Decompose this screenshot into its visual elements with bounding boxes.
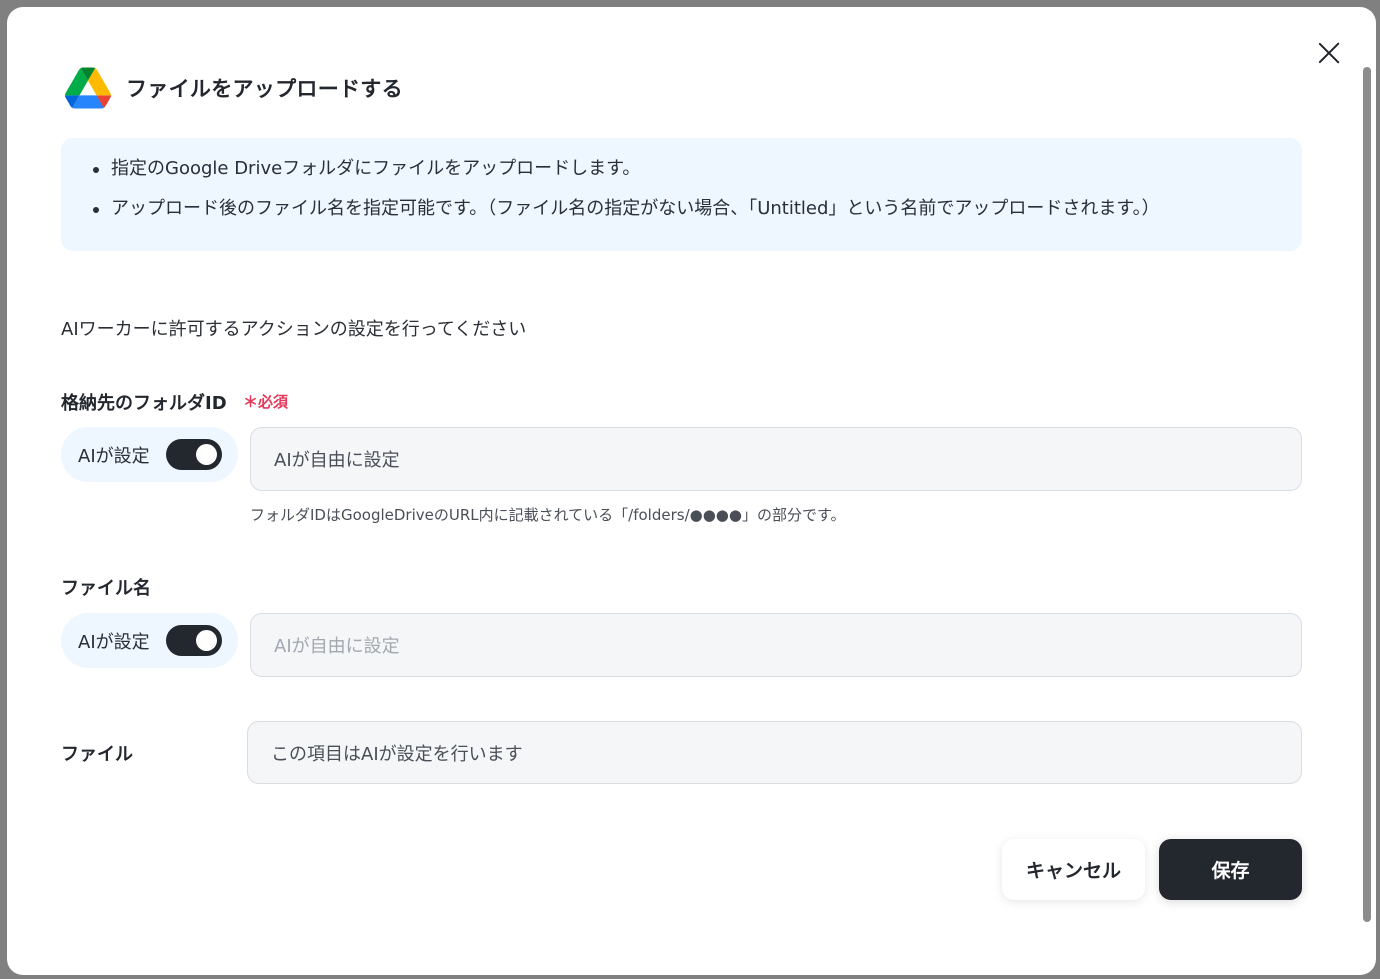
ai-toggle-label: AIが設定 (78, 631, 150, 653)
modal-title: ファイルをアップロードする (126, 77, 403, 101)
scrollbar-thumb[interactable] (1363, 67, 1371, 922)
modal-header: ファイルをアップロードする (65, 67, 403, 109)
folder-id-label: 格納先のフォルダID (61, 393, 227, 414)
info-list: 指定のGoogle Driveフォルダにファイルをアップロードします。 アップロ… (93, 158, 1302, 220)
file-name-input[interactable]: AIが自由に設定 (250, 613, 1302, 677)
toggle-switch[interactable] (166, 439, 222, 470)
file-name-label: ファイル名 (61, 578, 151, 599)
instruction-text: AIワーカーに許可するアクションの設定を行ってください (61, 319, 527, 340)
required-badge: ＊必須 (243, 393, 289, 411)
scrollbar[interactable] (1361, 57, 1373, 922)
file-input: この項目はAIが設定を行います (247, 721, 1302, 784)
toggle-knob (196, 630, 217, 651)
upload-file-modal: ファイルをアップロードする 指定のGoogle Driveフォルダにファイルをア… (7, 7, 1376, 975)
folder-id-ai-toggle[interactable]: AIが設定 (61, 427, 238, 482)
file-name-ai-toggle[interactable]: AIが設定 (61, 613, 238, 668)
folder-id-value: AIが自由に設定 (274, 450, 400, 471)
ai-toggle-label: AIが設定 (78, 445, 150, 467)
google-drive-icon (65, 67, 111, 109)
info-item: アップロード後のファイル名を指定可能です。（ファイル名の指定がない場合、「Unt… (93, 198, 1302, 220)
info-item: 指定のGoogle Driveフォルダにファイルをアップロードします。 (93, 158, 1302, 180)
folder-id-helper: フォルダIDはGoogleDriveのURL内に記載されている「/folders… (250, 506, 846, 524)
toggle-switch[interactable] (166, 625, 222, 656)
toggle-knob (196, 444, 217, 465)
close-icon[interactable] (1316, 40, 1342, 66)
file-label: ファイル (61, 744, 133, 765)
file-name-placeholder: AIが自由に設定 (274, 636, 400, 657)
info-box: 指定のGoogle Driveフォルダにファイルをアップロードします。 アップロ… (61, 138, 1302, 251)
save-button[interactable]: 保存 (1159, 839, 1302, 900)
folder-id-input[interactable]: AIが自由に設定 (250, 427, 1302, 491)
file-value: この項目はAIが設定を行います (271, 743, 523, 765)
cancel-button[interactable]: キャンセル (1002, 839, 1145, 900)
